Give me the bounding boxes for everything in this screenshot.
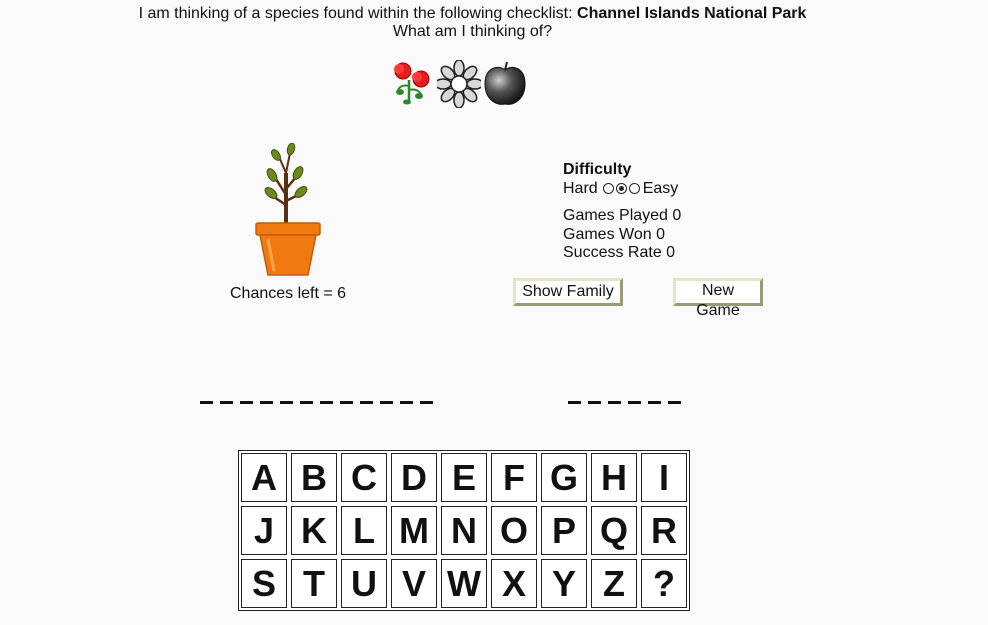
key-v[interactable]: V (391, 559, 437, 608)
new-game-button[interactable]: New Game (673, 278, 763, 319)
letter-blank (628, 401, 641, 404)
chances-left: Chances left = 6 (230, 285, 347, 302)
key-z[interactable]: Z (591, 559, 637, 608)
key-t[interactable]: T (291, 559, 337, 608)
key-c[interactable]: C (341, 453, 387, 502)
key-r[interactable]: R (641, 506, 687, 555)
key-e[interactable]: E (441, 453, 487, 502)
daisy-icon (437, 60, 481, 108)
stats-panel: Games Played 0 Games Won 0 Success Rate … (563, 207, 681, 263)
letter-blank (200, 401, 213, 404)
letter-blank (360, 401, 373, 404)
word-blanks-1 (200, 392, 433, 404)
show-family-button[interactable]: Show Family (513, 278, 623, 306)
letter-blank (420, 401, 433, 404)
letter-blank (380, 401, 393, 404)
letter-blank (220, 401, 233, 404)
key-y[interactable]: Y (541, 559, 587, 608)
key-q[interactable]: Q (591, 506, 637, 555)
key-l[interactable]: L (341, 506, 387, 555)
letter-blank (260, 401, 273, 404)
letter-blank (648, 401, 661, 404)
word-blanks-2 (568, 392, 681, 404)
difficulty-radio-3[interactable] (628, 183, 640, 194)
difficulty-hard-label: Hard (563, 180, 598, 197)
key-x[interactable]: X (491, 559, 537, 608)
prompt-prefix: I am thinking of a species found within … (138, 5, 578, 22)
letter-blank (340, 401, 353, 404)
key-u[interactable]: U (341, 559, 387, 608)
letter-blank (588, 401, 601, 404)
key-g[interactable]: G (541, 453, 587, 502)
letter-blank (568, 401, 581, 404)
difficulty-panel: Difficulty Hard Easy (563, 160, 678, 198)
potted-plant-icon (255, 143, 321, 276)
key-s[interactable]: S (241, 559, 287, 608)
key-w[interactable]: W (441, 559, 487, 608)
key-a[interactable]: A (241, 453, 287, 502)
key-d[interactable]: D (391, 453, 437, 502)
red-flower-icon (394, 62, 430, 105)
hangman-game: I am thinking of a species found within … (0, 0, 988, 625)
letter-blank (668, 401, 681, 404)
key-i[interactable]: I (641, 453, 687, 502)
hint-icons (391, 60, 531, 110)
key-p[interactable]: P (541, 506, 587, 555)
games-won: Games Won 0 (563, 225, 665, 243)
difficulty-title: Difficulty (563, 161, 632, 178)
difficulty-easy-label: Easy (642, 180, 679, 197)
success-rate: Success Rate 0 (563, 244, 676, 261)
key-n[interactable]: N (441, 506, 487, 555)
key-hint[interactable]: ? (641, 559, 687, 608)
prompt-line-1: I am thinking of a species found within … (0, 5, 945, 23)
key-h[interactable]: H (591, 453, 637, 502)
game-prompt: I am thinking of a species found within … (0, 5, 945, 41)
apple-icon (484, 61, 526, 105)
difficulty-radio-1[interactable] (602, 183, 614, 194)
letter-blank (400, 401, 413, 404)
difficulty-radio-2[interactable] (615, 183, 627, 194)
key-k[interactable]: K (291, 506, 337, 555)
key-o[interactable]: O (491, 506, 537, 555)
checklist-name: Channel Islands National Park (577, 5, 807, 22)
letter-blank (240, 401, 253, 404)
difficulty-selector: Hard Easy (563, 179, 678, 198)
letter-blank (608, 401, 621, 404)
key-f[interactable]: F (491, 453, 537, 502)
letter-keyboard: A B C D E F G H I J K L M N O P Q R S T U V W X Y Z? (238, 450, 690, 611)
prompt-line-2: What am I thinking of? (392, 23, 553, 40)
key-b[interactable]: B (291, 453, 337, 502)
letter-blank (300, 401, 313, 404)
key-j[interactable]: J (241, 506, 287, 555)
key-m[interactable]: M (391, 506, 437, 555)
games-played: Games Played 0 (563, 207, 682, 224)
letter-blank (320, 401, 333, 404)
letter-blank (280, 401, 293, 404)
